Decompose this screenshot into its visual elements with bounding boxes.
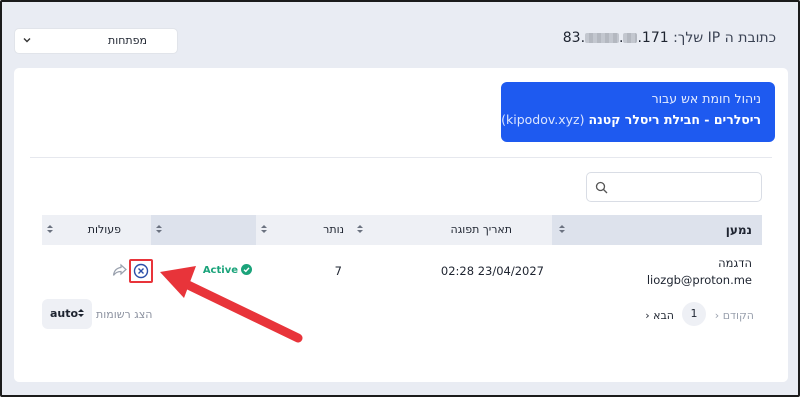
per-page-value: auto [50, 307, 79, 320]
expiry-cell: 02:28 23/04/2027 [440, 264, 544, 278]
sort-icon [155, 225, 162, 235]
ip-label: כתובת ה IP שלך: [673, 30, 776, 46]
per-page-label: הצג רשומות [96, 308, 153, 321]
column-header-status[interactable] [151, 215, 256, 245]
pagination: הקודם ‹ 1 הבא ‹ [634, 302, 754, 326]
sort-icon [260, 225, 267, 235]
recipient-email: liozgb@proton.me [646, 273, 752, 287]
ip-address-line: כתובת ה IP שלך: 83.. .171 [563, 30, 776, 46]
per-page-select[interactable]: auto [42, 299, 92, 329]
next-page-button[interactable]: הבא ‹ [645, 309, 674, 322]
updown-icon [78, 309, 85, 319]
chevron-down-icon [23, 38, 31, 43]
remaining-cell: 7 [334, 264, 342, 278]
firewall-banner: ניהול חומת אש עבור ריסלרים - חבילת ריסלר… [501, 82, 775, 142]
search-input[interactable] [586, 172, 762, 202]
ip-start: 83. [562, 30, 586, 46]
banner-domain: (kipodov.xyz) [501, 112, 585, 127]
column-header-actions[interactable]: פעולות [42, 215, 151, 245]
recipient-cell: הדגמה liozgb@proton.me [647, 255, 752, 289]
share-arrow-icon[interactable] [112, 263, 128, 277]
status-badge: Active [203, 264, 252, 276]
cancel-circle-icon [133, 263, 149, 279]
keys-dropdown[interactable]: מפתחות [14, 28, 178, 54]
ip-value: 83.. .171 [562, 30, 669, 46]
check-circle-icon [241, 264, 252, 275]
firewall-card: ניהול חומת אש עבור ריסלרים - חבילת ריסלר… [14, 68, 788, 382]
sort-icon [46, 225, 53, 235]
table-header: נמען תאריך תפוגה נותר פעולות [42, 215, 762, 245]
app-frame: מפתחות כתובת ה IP שלך: 83.. .171 ניהול חו… [0, 0, 800, 397]
ip-mask-redaction [623, 33, 638, 43]
recipient-name: הדגמה [718, 256, 752, 270]
ip-end: .171 [637, 30, 669, 46]
banner-package: ריסלרים - חבילת ריסלר קטנה [588, 112, 762, 127]
column-header-expiry[interactable]: תאריך תפוגה [352, 215, 552, 245]
page-number-1[interactable]: 1 [682, 302, 706, 326]
banner-subtitle: ריסלרים - חבילת ריסלר קטנה (kipodov.xyz) [501, 112, 762, 127]
prev-page-button[interactable]: הקודם ‹ [715, 309, 754, 322]
keys-dropdown-value: מפתחות [108, 34, 147, 47]
divider [30, 157, 772, 158]
status-text: Active [202, 265, 238, 276]
column-header-recipient[interactable]: נמען [552, 215, 762, 245]
search-icon [595, 181, 608, 194]
sort-icon [356, 225, 363, 235]
banner-title: ניהול חומת אש עבור [651, 91, 761, 106]
column-header-remaining[interactable]: נותר [256, 215, 352, 245]
cancel-button[interactable] [129, 259, 153, 283]
ip-mask-redaction [585, 33, 620, 43]
sort-icon [558, 225, 565, 235]
table-row: הדגמה liozgb@proton.me 02:28 23/04/2027 … [42, 245, 762, 297]
